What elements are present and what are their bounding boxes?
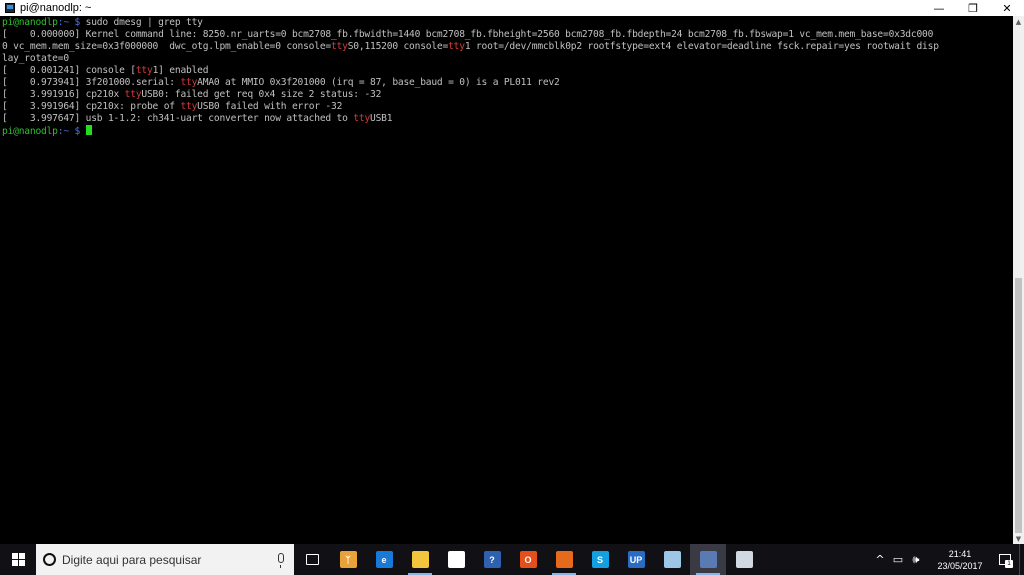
office-icon: O: [519, 551, 537, 568]
system-tray: ^ ▭ 🕪 21:41 23/05/2017 1: [871, 544, 1024, 575]
taskbar-app-store[interactable]: [438, 544, 474, 575]
terminal-line: [ 3.997647] usb 1-1.2: ch341-uart conver…: [2, 113, 1013, 125]
terminal-text: lay_rotate=0: [2, 53, 69, 64]
terminal-text: sudo dmesg | grep tty: [85, 17, 203, 28]
terminal-line: pi@nanodlp:~ $ sudo dmesg | grep tty: [2, 17, 1013, 29]
terminal-text: 1 root=/dev/mmcblk0p2 rootfstype=ext4 el…: [464, 41, 939, 52]
terminal-text: [ 3.991964] cp210x: probe of: [2, 101, 181, 112]
putty-icon: [699, 551, 717, 568]
terminal-line: [ 0.973941] 3f201000.serial: ttyAMA0 at …: [2, 77, 1013, 89]
terminal-text: [ 3.991916] cp210x: [2, 89, 125, 100]
restore-button[interactable]: ❐: [956, 0, 990, 16]
terminal-text: tty: [353, 113, 371, 124]
minimize-button[interactable]: —: [922, 0, 956, 16]
action-center-button[interactable]: 1: [991, 544, 1019, 575]
terminal-text: :~ $: [57, 126, 86, 137]
taskbar-app-recycle-app[interactable]: ᛉ: [330, 544, 366, 575]
terminal-line: pi@nanodlp:~ $: [2, 125, 1013, 137]
taskbar-app-putty[interactable]: [690, 544, 726, 575]
terminal-line: [ 3.991964] cp210x: probe of ttyUSB0 fai…: [2, 101, 1013, 113]
terminal-output[interactable]: pi@nanodlp:~ $ sudo dmesg | grep tty[ 0.…: [0, 16, 1013, 544]
task-view-icon: [305, 554, 319, 565]
windows-logo-icon: [11, 553, 25, 566]
terminal-text: tty: [180, 77, 198, 88]
taskbar-app-help[interactable]: ?: [474, 544, 510, 575]
taskbar-app-office[interactable]: O: [510, 544, 546, 575]
taskbar-app-file-explorer[interactable]: [402, 544, 438, 575]
terminal-text: S0,115200 console=: [347, 41, 449, 52]
terminal-text: 1] enabled: [152, 65, 209, 76]
terminal-text: pi@nanodlp: [2, 126, 58, 137]
putty-icon: [5, 3, 15, 13]
clock-date: 23/05/2017: [937, 560, 983, 571]
taskbar-app-task-view[interactable]: [294, 544, 330, 575]
search-box[interactable]: Digite aqui para pesquisar: [36, 544, 294, 575]
terminal-text: tty: [135, 65, 153, 76]
cortana-icon: [43, 553, 56, 566]
taskbar-app-up-app[interactable]: UP: [618, 544, 654, 575]
terminal-text: USB0 failed with error -32: [197, 101, 343, 112]
terminal-line: [ 0.001241] console [tty1] enabled: [2, 65, 1013, 77]
terminal-line: 0 vc_mem.mem_size=0x3f000000 dwc_otg.lpm…: [2, 41, 1013, 53]
window-controls: — ❐ ✕: [922, 0, 1024, 16]
window-title: pi@nanodlp: ~: [20, 2, 92, 14]
terminal-text: tty: [180, 101, 198, 112]
clock-time: 21:41: [948, 548, 972, 559]
notification-count: 1: [1005, 560, 1013, 568]
terminal-text: tty: [124, 89, 142, 100]
terminal-text: USB1: [370, 113, 393, 124]
store-icon: [447, 551, 465, 568]
close-button[interactable]: ✕: [990, 0, 1024, 16]
terminal-scrollbar[interactable]: ▲ ▼: [1013, 16, 1024, 544]
file-explorer-icon: [411, 551, 429, 568]
start-button[interactable]: [0, 544, 36, 575]
firefox-icon: [555, 551, 573, 568]
terminal-text: 0 vc_mem.mem_size=0x3f000000 dwc_otg.lpm…: [2, 41, 331, 52]
battery-icon[interactable]: ▭: [889, 553, 907, 566]
help-icon: ?: [483, 551, 501, 568]
tray-chevron-icon[interactable]: ^: [871, 553, 889, 566]
terminal-cursor: [85, 125, 92, 135]
scroll-down-arrow-icon[interactable]: ▼: [1013, 533, 1024, 544]
terminal-text: [ 0.001241] console [: [2, 65, 136, 76]
taskbar-app-firefox[interactable]: [546, 544, 582, 575]
search-placeholder: Digite aqui para pesquisar: [62, 552, 202, 567]
taskbar-app-notes[interactable]: [654, 544, 690, 575]
scrollbar-thumb[interactable]: [1015, 278, 1022, 533]
recycle-app-icon: ᛉ: [339, 551, 357, 568]
terminal-text: [ 0.000000] Kernel command line: 8250.nr…: [2, 29, 934, 40]
terminal-text: AMA0 at MMIO 0x3f201000 (irq = 87, base_…: [197, 77, 560, 88]
up-app-icon: UP: [627, 551, 645, 568]
show-desktop-button[interactable]: [1019, 544, 1024, 575]
skype-icon: S: [591, 551, 609, 568]
terminal-text: tty: [330, 41, 348, 52]
terminal-line: [ 3.991916] cp210x ttyUSB0: failed get r…: [2, 89, 1013, 101]
notes-icon: [663, 551, 681, 568]
taskbar-app-skype[interactable]: S: [582, 544, 618, 575]
terminal-text: [ 0.973941] 3f201000.serial:: [2, 77, 181, 88]
taskbar: Digite aqui para pesquisar ᛉ e? O S UP ^ ▭ 🕪…: [0, 544, 1024, 575]
taskbar-apps: ᛉ e? O S UP: [294, 544, 762, 575]
volume-icon[interactable]: 🕪: [907, 553, 925, 567]
terminal-text: USB0: failed get req 0x4 size 2 status: …: [141, 89, 382, 100]
taskbar-app-edge[interactable]: e: [366, 544, 402, 575]
terminal-text: pi@nanodlp: [2, 17, 58, 28]
microphone-icon[interactable]: [278, 553, 284, 568]
clock[interactable]: 21:41 23/05/2017: [929, 548, 991, 572]
terminal-text: tty: [448, 41, 465, 52]
window-title-bar[interactable]: pi@nanodlp: ~ — ❐ ✕: [0, 0, 1024, 16]
terminal-line: lay_rotate=0: [2, 53, 1013, 65]
paint-icon: [735, 551, 753, 568]
scroll-up-arrow-icon[interactable]: ▲: [1013, 16, 1024, 27]
edge-icon: e: [375, 551, 393, 568]
terminal-line: [ 0.000000] Kernel command line: 8250.nr…: [2, 29, 1013, 41]
taskbar-app-paint[interactable]: [726, 544, 762, 575]
terminal-text: :~ $: [57, 17, 86, 28]
terminal-text: [ 3.997647] usb 1-1.2: ch341-uart conver…: [2, 113, 354, 124]
